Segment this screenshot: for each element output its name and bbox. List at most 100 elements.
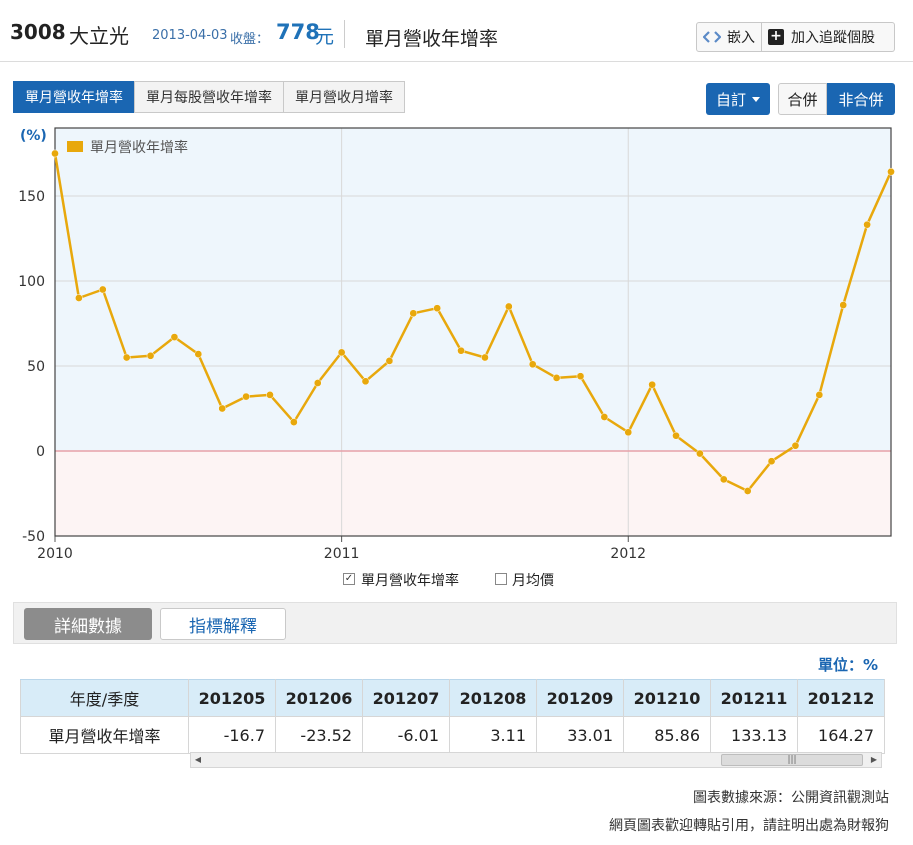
table-column-header: 201208 (449, 679, 537, 717)
checkbox-monthly-avg-price-label: 月均價 (512, 573, 554, 589)
data-point (600, 413, 609, 421)
data-source-note: 圖表數據來源：公開資訊觀測站 (693, 790, 889, 806)
table-column-header: 201205 (188, 679, 276, 717)
stock-code: 3008 (10, 20, 66, 44)
embed-label: 嵌入 (727, 30, 755, 46)
embed-icon (703, 31, 721, 43)
table-header-row: 年度/季度 201205 201206 201207 201208 201209… (20, 679, 885, 717)
detail-toolbar: 詳細數據 指標解釋 (13, 602, 897, 644)
data-point (624, 428, 633, 437)
data-point (767, 457, 776, 466)
add-to-watchlist-button[interactable]: + 加入追蹤個股 (762, 22, 895, 52)
follow-label: 加入追蹤個股 (791, 30, 875, 46)
table-row: 單月營收年增率 -16.7 -23.52 -6.01 3.11 33.01 85… (20, 716, 885, 754)
data-point (266, 391, 274, 399)
line-chart: -50 0 50 100 150 2010 2011 2012 (%) 單月營收年增率 (18, 127, 895, 562)
scroll-left-arrow-icon[interactable]: ◀ (191, 753, 205, 767)
legend-swatch (67, 141, 83, 152)
data-table: 年度/季度 201205 201206 201207 201208 201209… (20, 679, 885, 754)
data-point (385, 357, 394, 365)
custom-dropdown-button[interactable]: 自訂 (706, 83, 770, 115)
data-point (528, 360, 537, 369)
custom-label: 自訂 (715, 90, 746, 109)
price-label: 收盤： (230, 32, 270, 47)
caret-down-icon (752, 96, 760, 102)
table-column-header: 201207 (362, 679, 450, 717)
x-tick-label: 2012 (610, 546, 646, 562)
y-tick-label: 0 (36, 444, 45, 460)
price-date: 2013-04-03 (152, 28, 228, 43)
data-point (576, 372, 585, 381)
data-point (433, 304, 442, 313)
scrollbar-thumb[interactable]: ||| (721, 754, 863, 766)
data-point (313, 379, 322, 387)
x-tick-label: 2011 (324, 546, 360, 562)
data-point (409, 309, 418, 318)
negative-zone (55, 451, 891, 536)
data-point (552, 374, 561, 382)
checkbox-monthly-avg-price[interactable] (495, 573, 507, 585)
data-point (648, 380, 656, 389)
data-point (146, 351, 155, 360)
x-tick-label: 2010 (37, 546, 73, 562)
table-cell: -23.52 (275, 716, 363, 754)
data-point (337, 348, 346, 357)
y-tick-label: -50 (22, 529, 45, 545)
detail-data-button[interactable]: 詳細數據 (24, 608, 152, 640)
data-point (887, 167, 895, 176)
table-horizontal-scrollbar[interactable]: ◀ ||| ▶ (190, 752, 882, 768)
table-column-header: 201211 (710, 679, 798, 717)
checkbox-revenue-yoy[interactable]: ✓ (343, 573, 355, 585)
tab-monthly-revenue-yoy[interactable]: 單月營收年增率 (13, 81, 135, 113)
merge-toggle[interactable]: 合併 (778, 83, 827, 115)
table-column-header: 201210 (623, 679, 711, 717)
embed-button[interactable]: 嵌入 (696, 22, 762, 52)
y-tick-label: 100 (18, 274, 45, 290)
data-point (457, 346, 465, 355)
data-point (863, 220, 871, 229)
data-point (672, 431, 680, 440)
data-point (194, 350, 203, 358)
table-cell: -16.7 (188, 716, 276, 754)
checkbox-revenue-yoy-label: 單月營收年增率 (361, 573, 459, 589)
chart-tabs: 單月營收年增率 單月每股營收年增率 單月營收月增率 (13, 81, 405, 113)
table-cell: 164.27 (797, 716, 885, 754)
table-cell: 85.86 (623, 716, 711, 754)
data-point (839, 301, 848, 309)
data-point (98, 285, 107, 294)
scroll-right-arrow-icon[interactable]: ▶ (867, 753, 881, 767)
price-value: 778 (276, 20, 320, 44)
data-point (815, 391, 824, 399)
data-point (170, 333, 179, 341)
y-tick-label: 150 (18, 189, 45, 205)
data-point (504, 302, 513, 311)
table-column-header: 201206 (275, 679, 363, 717)
data-point (75, 294, 83, 302)
legend-label: 單月營收年增率 (90, 139, 188, 156)
data-point (361, 377, 370, 386)
non-merge-toggle[interactable]: 非合併 (827, 83, 895, 115)
table-column-header: 201212 (797, 679, 885, 717)
indicator-explain-button[interactable]: 指標解釋 (160, 608, 286, 640)
citation-notice: 網頁圖表歡迎轉貼引用，請註明出處為財報狗 (609, 818, 889, 834)
data-point (122, 353, 131, 362)
y-tick-label: 50 (27, 359, 45, 375)
data-point (218, 404, 227, 413)
table-cell: -6.01 (362, 716, 450, 754)
stock-name: 大立光 (69, 24, 129, 48)
table-row-label: 單月營收年增率 (20, 716, 189, 754)
data-point (719, 475, 728, 484)
table-corner-header: 年度/季度 (20, 679, 189, 717)
header-divider (344, 20, 345, 48)
plus-icon: + (768, 29, 784, 45)
table-cell: 33.01 (536, 716, 624, 754)
data-point (481, 353, 489, 362)
page-header: 3008 大立光 2013-04-03 收盤： 778 元 單月營收年增率 嵌入… (0, 0, 913, 62)
data-point (743, 487, 752, 495)
table-cell: 3.11 (449, 716, 537, 754)
positive-zone (55, 128, 891, 451)
tab-monthly-revenue-mom[interactable]: 單月營收月增率 (283, 81, 405, 113)
data-point (242, 392, 250, 401)
data-point (290, 418, 298, 426)
tab-monthly-eps-revenue-yoy[interactable]: 單月每股營收年增率 (134, 81, 284, 113)
